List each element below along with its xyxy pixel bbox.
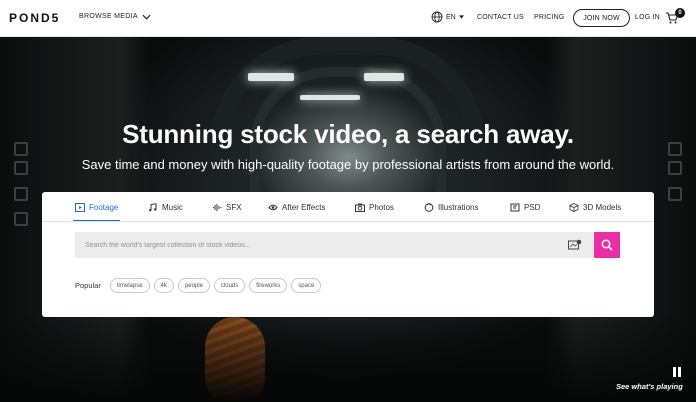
ceiling-light (248, 73, 294, 81)
psd-icon (510, 203, 520, 212)
sound-wave-icon (213, 204, 222, 211)
visual-search-icon[interactable] (568, 239, 582, 251)
language-selector[interactable]: EN (431, 11, 464, 23)
wall-panel (668, 187, 682, 201)
popular-term-chip[interactable]: clouds (213, 278, 246, 293)
tab-label: PSD (524, 203, 541, 212)
join-now-button[interactable]: JOIN NOW (573, 9, 630, 27)
language-label: EN (446, 13, 456, 21)
globe-icon (431, 11, 443, 23)
search-panel: Footage Music SFX After Effects Photos I… (42, 192, 654, 317)
cart-button[interactable]: 0 (665, 8, 685, 27)
tab-label: SFX (226, 203, 242, 212)
popular-term-chip[interactable]: fireworks (249, 278, 288, 293)
popular-term-chip[interactable]: timelapse (109, 278, 150, 293)
pause-icon (678, 367, 681, 377)
hero-video-background: Stunning stock video, a search away. Sav… (0, 37, 696, 402)
pause-video-button[interactable] (673, 367, 683, 377)
hero-floor-shadow (0, 312, 696, 402)
ceiling-light (364, 73, 404, 81)
camera-icon (355, 203, 365, 212)
pond5-logo[interactable]: POND5 (9, 11, 60, 25)
popular-term-chip[interactable]: 4k (153, 278, 174, 293)
tab-label: Illustrations (438, 203, 479, 212)
ceiling-light (300, 95, 360, 100)
hero-headline: Stunning stock video, a search away. (122, 119, 574, 149)
browse-media-label: BROWSE MEDIA (79, 13, 138, 20)
top-navigation-bar: POND5 BROWSE MEDIA EN CONTACT US PRICING… (0, 0, 696, 37)
pause-icon (673, 367, 676, 377)
popular-term-chip[interactable]: people (177, 278, 210, 293)
log-in-link[interactable]: LOG IN (635, 14, 660, 21)
tab-label: Photos (369, 203, 394, 212)
browse-media-menu[interactable]: BROWSE MEDIA (79, 13, 151, 20)
tab-label: After Effects (282, 203, 326, 212)
illustration-icon (424, 203, 434, 212)
cube-icon (569, 203, 579, 212)
tab-after-effects[interactable]: After Effects (268, 203, 325, 212)
contact-us-link[interactable]: CONTACT US (477, 14, 524, 21)
tab-sfx[interactable]: SFX (212, 203, 242, 212)
tab-label: 3D Models (583, 203, 622, 212)
film-icon (75, 203, 85, 212)
tab-label: Footage (89, 203, 119, 212)
tab-3d-models[interactable]: 3D Models (569, 203, 621, 212)
chevron-down-icon (142, 14, 151, 20)
see-whats-playing-link[interactable]: See what's playing (616, 382, 683, 391)
caret-down-icon (458, 15, 464, 19)
popular-label: Popular (75, 281, 101, 290)
search-input[interactable] (75, 232, 555, 258)
search-button[interactable] (594, 232, 620, 258)
popular-searches: Popular timelapse 4k people clouds firew… (75, 278, 322, 293)
tab-illustrations[interactable]: Illustrations (424, 203, 478, 212)
media-type-tabs: Footage Music SFX After Effects Photos I… (42, 192, 654, 222)
search-box (75, 232, 594, 258)
hero-subline: Save time and money with high-quality fo… (81, 157, 615, 172)
tab-photos[interactable]: Photos (355, 203, 394, 212)
music-note-icon (149, 203, 157, 212)
popular-term-chip[interactable]: space (291, 278, 322, 293)
tab-psd[interactable]: PSD (510, 203, 540, 212)
magnifier-icon (601, 239, 613, 251)
tab-label: Music (162, 203, 183, 212)
pricing-link[interactable]: PRICING (534, 14, 565, 21)
tab-music[interactable]: Music (148, 203, 183, 212)
cart-count-badge: 0 (675, 8, 685, 18)
tab-footage[interactable]: Footage (72, 203, 121, 221)
wall-panel (14, 212, 28, 226)
after-effects-icon (268, 204, 278, 211)
wall-panel (14, 187, 28, 201)
